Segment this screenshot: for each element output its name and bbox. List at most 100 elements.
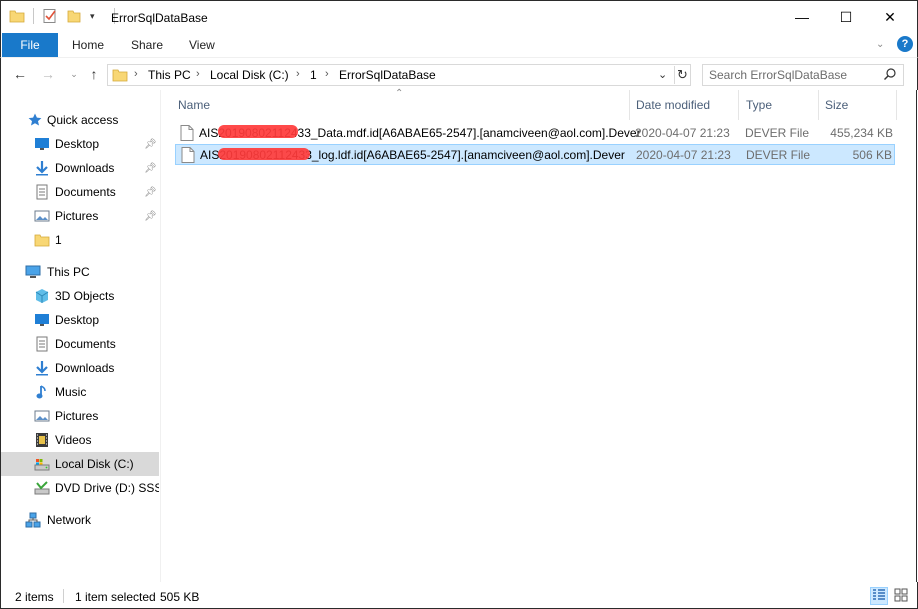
nav-item-documents-pinned[interactable]: Documents 📌︎	[1, 180, 159, 204]
pin-icon[interactable]: 📌︎	[144, 139, 157, 150]
column-separator[interactable]	[738, 90, 739, 120]
forward-arrow-icon: →	[41, 66, 55, 82]
breadcrumb-separator-icon: ›	[134, 68, 138, 80]
new-folder-icon[interactable]	[66, 8, 82, 24]
nav-item-pictures-pinned[interactable]: Pictures 📌︎	[1, 204, 159, 228]
nav-item-3d-objects[interactable]: 3D Objects	[1, 284, 159, 308]
documents-icon	[34, 184, 50, 200]
expand-ribbon-icon[interactable]: ⌄	[876, 33, 884, 57]
nav-label: Documents	[55, 337, 116, 351]
ribbon-tabs: File Home Share View ⌄ ?	[0, 33, 918, 57]
column-separator[interactable]	[896, 90, 897, 120]
nav-item-local-disk[interactable]: Local Disk (C:)	[1, 452, 159, 476]
pictures-icon	[34, 208, 50, 224]
nav-label: Pictures	[55, 209, 99, 223]
documents-icon	[34, 336, 50, 352]
nav-item-folder-1[interactable]: 1	[1, 228, 159, 252]
column-header-date[interactable]: Date modified	[636, 90, 710, 120]
close-icon: ✕	[884, 8, 896, 25]
up-button[interactable]: ↑	[85, 65, 103, 83]
recent-locations-button[interactable]: ⌄	[65, 65, 83, 83]
file-row[interactable]: AIS20190802112433_Data.mdf.id[A6ABAE65-2…	[175, 123, 895, 144]
separator	[674, 66, 675, 84]
separator	[33, 8, 34, 24]
breadcrumb-this-pc[interactable]: This PC	[148, 68, 191, 82]
nav-item-desktop-pinned[interactable]: Desktop 📌︎	[1, 132, 159, 156]
breadcrumb-separator-icon: ›	[296, 68, 300, 80]
tab-share[interactable]: Share	[131, 33, 163, 57]
nav-label: Local Disk (C:)	[55, 457, 134, 471]
nav-label: Videos	[55, 433, 92, 447]
minimize-icon: —	[795, 9, 809, 25]
nav-item-music[interactable]: Music	[1, 380, 159, 404]
dvd-drive-icon	[34, 480, 50, 496]
nav-label: Music	[55, 385, 87, 399]
status-selection-size: 505 KB	[160, 590, 200, 604]
file-icon	[181, 147, 195, 163]
help-icon[interactable]: ?	[897, 36, 913, 52]
file-type: DEVER File	[745, 126, 810, 140]
sort-ascending-icon: ⌃	[395, 88, 404, 99]
file-date: 2020-04-07 21:23	[635, 126, 730, 140]
pin-icon[interactable]: 📌︎	[144, 187, 157, 198]
minimize-button[interactable]: —	[779, 1, 825, 33]
nav-quick-access[interactable]: Quick access	[1, 108, 159, 132]
properties-icon[interactable]	[42, 8, 58, 24]
pin-icon[interactable]: 📌︎	[144, 163, 157, 174]
chevron-down-icon: ⌄	[70, 68, 78, 79]
search-box[interactable]	[702, 64, 904, 86]
maximize-button[interactable]: ☐	[823, 1, 869, 33]
file-row-selected[interactable]: AIS20190802112433_log.ldf.id[A6ABAE65-25…	[175, 144, 895, 165]
address-bar[interactable]: › This PC › Local Disk (C:) › 1 › ErrorS…	[107, 64, 691, 86]
nav-item-downloads[interactable]: Downloads	[1, 356, 159, 380]
back-arrow-icon: ←	[13, 66, 27, 82]
breadcrumb-separator-icon: ›	[325, 68, 329, 80]
pin-icon[interactable]: 📌︎	[144, 211, 157, 222]
nav-label: 3D Objects	[55, 289, 115, 303]
column-separator[interactable]	[629, 90, 630, 120]
breadcrumb-local-disk[interactable]: Local Disk (C:)	[210, 68, 289, 82]
navigation-pane: Quick access Desktop 📌︎ Downloads 📌︎ Doc…	[0, 90, 160, 582]
address-dropdown-icon[interactable]: ⌄	[658, 68, 667, 81]
details-view-button[interactable]	[870, 587, 888, 605]
nav-item-pictures[interactable]: Pictures	[1, 404, 159, 428]
nav-item-desktop[interactable]: Desktop	[1, 308, 159, 332]
redaction-mark	[218, 148, 310, 160]
quick-access-toolbar: ▾	[9, 8, 123, 24]
tab-view[interactable]: View	[189, 33, 215, 57]
nav-network[interactable]: Network	[1, 508, 159, 532]
nav-item-documents[interactable]: Documents	[1, 332, 159, 356]
nav-this-pc[interactable]: This PC	[1, 260, 159, 284]
nav-label: Desktop	[55, 313, 100, 327]
column-header-name[interactable]: Name	[178, 90, 210, 120]
folder-icon	[9, 8, 25, 24]
forward-button[interactable]: →	[39, 65, 57, 83]
column-header-type[interactable]: Type	[746, 90, 772, 120]
star-icon	[27, 112, 43, 128]
search-icon[interactable]	[883, 67, 897, 84]
column-header-size[interactable]: Size	[825, 90, 848, 120]
large-icons-view-button[interactable]	[892, 587, 910, 605]
window-title: ErrorSqlDataBase	[111, 11, 208, 25]
3d-objects-icon	[34, 288, 50, 304]
refresh-icon[interactable]: ↻	[677, 67, 688, 83]
folder-icon	[112, 67, 128, 83]
tab-home[interactable]: Home	[72, 33, 104, 57]
nav-item-videos[interactable]: Videos	[1, 428, 159, 452]
nav-label: Pictures	[55, 409, 99, 423]
column-separator[interactable]	[818, 90, 819, 120]
file-size: 455,234 KB	[830, 126, 893, 140]
customize-qat-icon[interactable]: ▾	[90, 8, 106, 24]
breadcrumb-folder-1[interactable]: 1	[310, 68, 317, 82]
nav-item-downloads-pinned[interactable]: Downloads 📌︎	[1, 156, 159, 180]
videos-icon	[34, 432, 50, 448]
search-input[interactable]	[709, 67, 879, 83]
back-button[interactable]: ←	[11, 65, 29, 83]
close-button[interactable]: ✕	[867, 1, 913, 33]
nav-item-dvd-drive[interactable]: DVD Drive (D:) SSS_X	[1, 476, 159, 500]
file-icon	[180, 125, 194, 141]
tab-file[interactable]: File	[2, 33, 58, 57]
breadcrumb-current[interactable]: ErrorSqlDataBase	[339, 68, 436, 82]
details-view-icon	[872, 588, 886, 605]
desktop-icon	[34, 312, 50, 328]
